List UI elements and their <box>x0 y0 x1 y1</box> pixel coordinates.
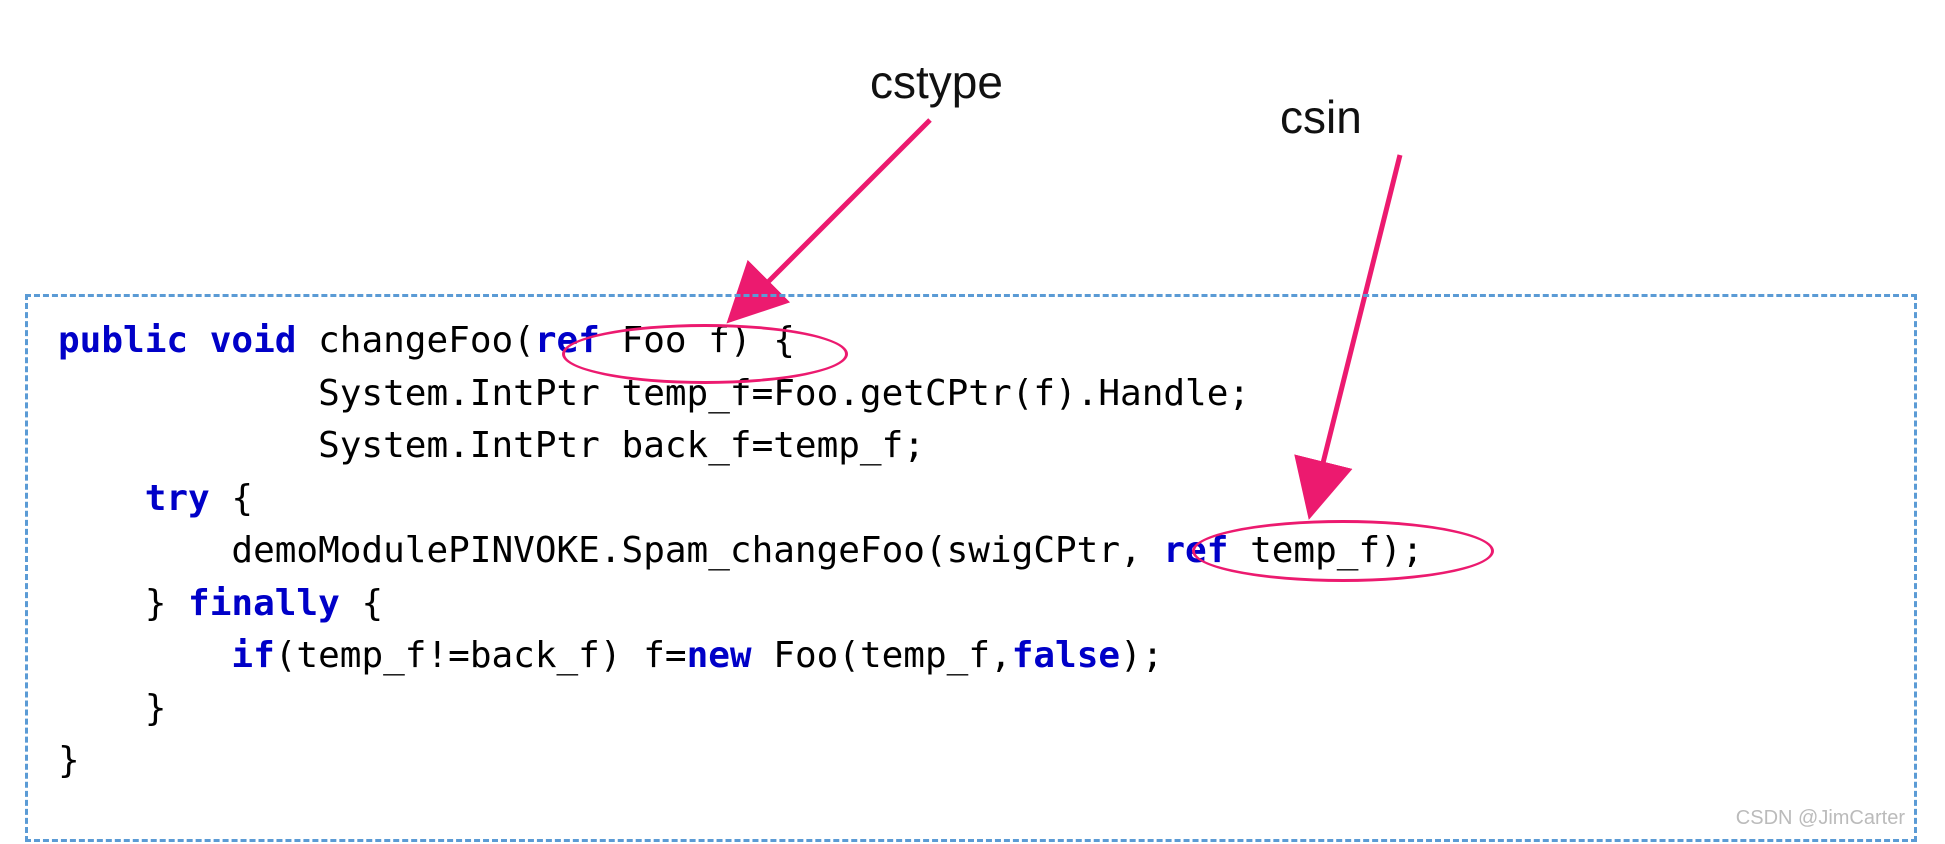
code-line: } <box>58 740 80 781</box>
annotation-label-csin: csin <box>1280 90 1362 144</box>
code-text: demoModulePINVOKE.Spam_changeFoo(swigCPt… <box>58 530 1163 571</box>
kw-public: public <box>58 320 188 361</box>
annotation-label-cstype: cstype <box>870 55 1003 109</box>
code-text <box>58 478 145 519</box>
code-block: public void changeFoo(ref Foo f) { Syste… <box>25 294 1917 842</box>
code-text: changeFoo( <box>296 320 534 361</box>
kw-ref: ref <box>1163 530 1228 571</box>
code-line: System.IntPtr back_f=temp_f; <box>58 425 925 466</box>
code-text: Foo(temp_f, <box>752 635 1012 676</box>
code-text: Foo f) { <box>600 320 795 361</box>
code-text: (temp_f!=back_f) f= <box>275 635 687 676</box>
kw-void: void <box>210 320 297 361</box>
watermark: CSDN @JimCarter <box>1736 807 1905 830</box>
kw-try: try <box>145 478 210 519</box>
code-content: public void changeFoo(ref Foo f) { Syste… <box>58 315 1884 788</box>
kw-false: false <box>1012 635 1120 676</box>
code-text: ); <box>1120 635 1163 676</box>
code-text: temp_f); <box>1228 530 1423 571</box>
code-line: System.IntPtr temp_f=Foo.getCPtr(f).Hand… <box>58 373 1250 414</box>
code-text: { <box>210 478 253 519</box>
code-text <box>58 635 231 676</box>
code-text: { <box>340 583 383 624</box>
kw-if: if <box>231 635 274 676</box>
kw-finally: finally <box>188 583 340 624</box>
kw-ref: ref <box>535 320 600 361</box>
diagram-canvas: cstype csin public void changeFoo(ref Fo… <box>0 0 1945 844</box>
code-text: } <box>58 583 188 624</box>
code-line: } <box>58 688 166 729</box>
kw-new: new <box>687 635 752 676</box>
